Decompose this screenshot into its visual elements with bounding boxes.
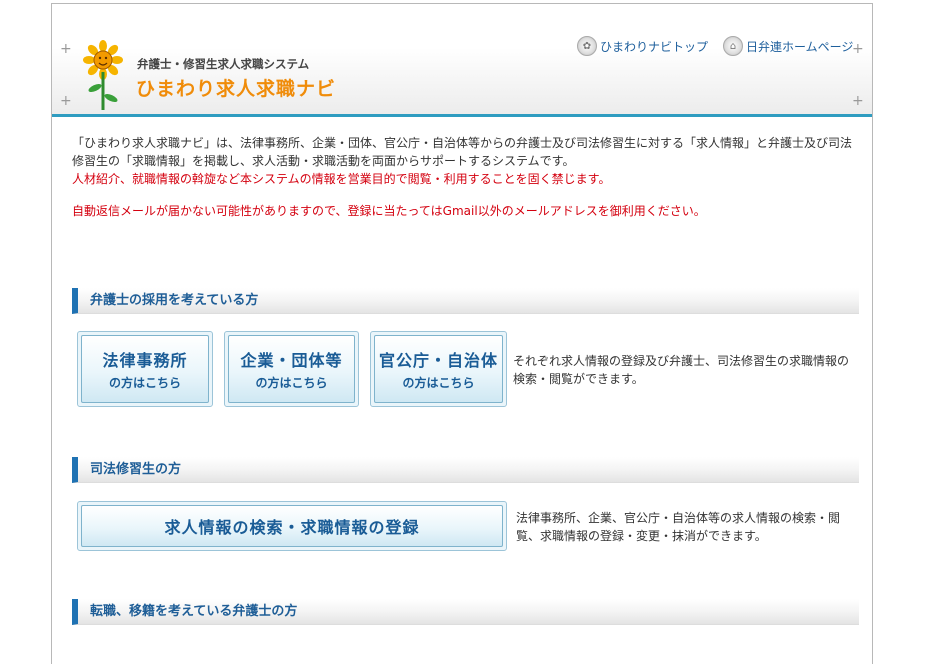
button-sublabel: の方はこちら <box>108 376 181 390</box>
button-label: 法律事務所 <box>102 351 188 370</box>
link-nichibenren-home[interactable]: ⌂ 日弁連ホームページ <box>723 36 853 56</box>
link-label: 日弁連ホームページ <box>746 39 854 54</box>
government-button[interactable]: 官公庁・自治体 の方はこちら <box>370 331 507 407</box>
sunflower-icon: ✿ <box>577 36 597 56</box>
corner-mark: + <box>60 93 72 109</box>
section-heading-trainee: 司法修習生の方 <box>72 457 859 483</box>
button-label: 官公庁・自治体 <box>378 351 498 370</box>
site-header: + + + + 弁護士・修習生求人求職システム ひまわり求人求職ナビ ✿ ひまわ… <box>52 4 872 117</box>
trainee-description: 法律事務所、企業、官公庁・自治体等の求人情報の検索・閲 覧、求職情報の登録・変更… <box>516 509 856 545</box>
button-label: 企業・団体等 <box>240 351 343 370</box>
warning-text: 自動返信メールが届かない可能性がありますので、登録に当たってはGmail以外のメ… <box>72 204 706 218</box>
link-label: ひまわりナビトップ <box>600 39 709 54</box>
button-sublabel: の方はこちら <box>402 376 475 390</box>
law-firm-button[interactable]: 法律事務所 の方はこちら <box>77 331 213 407</box>
logo-title[interactable]: ひまわり求人求職ナビ <box>136 74 336 101</box>
intro-block: 「ひまわり求人求職ナビ」は、法律事務所、企業・団体、官公庁・自治体等からの弁護士… <box>72 134 862 220</box>
description-line: 法律事務所、企業、官公庁・自治体等の求人情報の検索・閲 <box>516 511 841 525</box>
description-line: 覧、求職情報の登録・変更・抹消ができます。 <box>516 529 767 543</box>
corner-mark: + <box>852 41 864 57</box>
corner-mark: + <box>852 93 864 109</box>
link-himawari-navi-top[interactable]: ✿ ひまわりナビトップ <box>577 36 708 56</box>
company-button[interactable]: 企業・団体等 の方はこちら <box>224 331 359 407</box>
button-sublabel: の方はこちら <box>255 376 328 390</box>
button-label: 求人情報の検索・求職情報の登録 <box>164 518 420 537</box>
home-icon: ⌂ <box>723 36 743 56</box>
warning-text: 人材紹介、就職情報の斡旋など本システムの情報を営業目的で閲覧・利用することを固く… <box>72 172 611 186</box>
trainee-search-register-button[interactable]: 求人情報の検索・求職情報の登録 <box>77 501 507 551</box>
section-heading-lawyer-transfer: 転職、移籍を考えている弁護士の方 <box>72 599 859 625</box>
description-line: それぞれ求人情報の登録及び弁護士、司法修習生の求職情報の <box>513 354 850 368</box>
employer-description: それぞれ求人情報の登録及び弁護士、司法修習生の求職情報の 検索・閲覧ができます。 <box>513 352 863 388</box>
intro-text-line: 修習生の「求職情報」を掲載し、求人活動・求職活動を両面からサポートするシステムで… <box>72 154 575 168</box>
corner-mark: + <box>60 41 72 57</box>
logo-subtitle: 弁護士・修習生求人求職システム <box>137 57 310 71</box>
intro-text-line: 「ひまわり求人求職ナビ」は、法律事務所、企業・団体、官公庁・自治体等からの弁護士… <box>72 136 853 150</box>
page-frame: + + + + 弁護士・修習生求人求職システム ひまわり求人求職ナビ ✿ ひまわ… <box>51 3 873 664</box>
section-heading-employer: 弁護士の採用を考えている方 <box>72 288 859 314</box>
description-line: 検索・閲覧ができます。 <box>513 372 644 386</box>
sunflower-logo-icon[interactable] <box>82 40 124 112</box>
